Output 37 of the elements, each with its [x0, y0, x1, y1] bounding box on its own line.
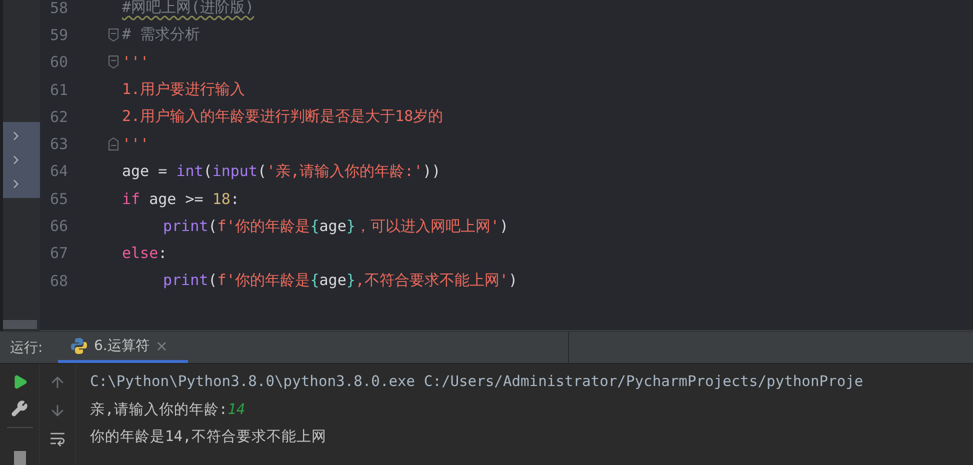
console-line: C:\Python\Python3.8.0\python3.8.0.exe C:/Users/Administrator/PycharmProjects/pythonProje	[90, 373, 864, 392]
line-number: 59	[50, 26, 70, 44]
console-line: 亲,请输入你的年龄:14	[90, 400, 246, 420]
code-line: #网吧上网(进阶版)	[122, 0, 254, 18]
line-number: 67	[50, 244, 70, 262]
line-number: 66	[50, 217, 70, 236]
fold-icon[interactable]	[108, 28, 119, 42]
line-number: 58	[50, 0, 70, 17]
code-line: # 需求分析	[122, 25, 200, 44]
line-number: 63	[50, 135, 70, 154]
run-icon[interactable]	[12, 374, 28, 390]
panel-label: 运行:	[9, 338, 44, 358]
soft-wrap-icon[interactable]	[49, 430, 66, 447]
fold-icon[interactable]	[108, 137, 119, 152]
code-line: '''	[122, 135, 150, 154]
line-number: 61	[50, 80, 70, 99]
fold-icon[interactable]	[108, 55, 119, 70]
line-number: 62	[50, 108, 70, 126]
code-editor[interactable]	[40, 0, 973, 331]
scrollbar-thumb[interactable]	[3, 320, 37, 329]
line-number: 68	[50, 272, 70, 290]
python-icon	[70, 337, 88, 355]
code-line: 1.用户要进行输入	[122, 80, 246, 100]
console-line: 你的年龄是14,不符合要求不能上网	[90, 427, 328, 447]
code-line: age = int(input('亲,请输入你的年龄:'))	[122, 162, 441, 181]
run-tab[interactable]: 6.运算符 ×	[58, 332, 188, 363]
wrench-icon[interactable]	[11, 400, 28, 417]
code-line: print(f'你的年龄是{age}，可以进入网吧上网')	[162, 216, 508, 236]
line-number: 64	[50, 162, 70, 180]
line-number: 65	[50, 190, 70, 208]
code-line: if age >= 18:	[122, 190, 240, 208]
stop-icon[interactable]	[14, 451, 26, 465]
code-line: 2.用户输入的年龄要进行判断是否是大于18岁的	[122, 107, 444, 126]
line-number: 60	[50, 53, 70, 72]
code-line: '''	[122, 53, 150, 72]
code-line: else:	[122, 244, 168, 262]
code-line: print(f'你的年龄是{age},不符合要求不能上网')	[162, 271, 518, 290]
